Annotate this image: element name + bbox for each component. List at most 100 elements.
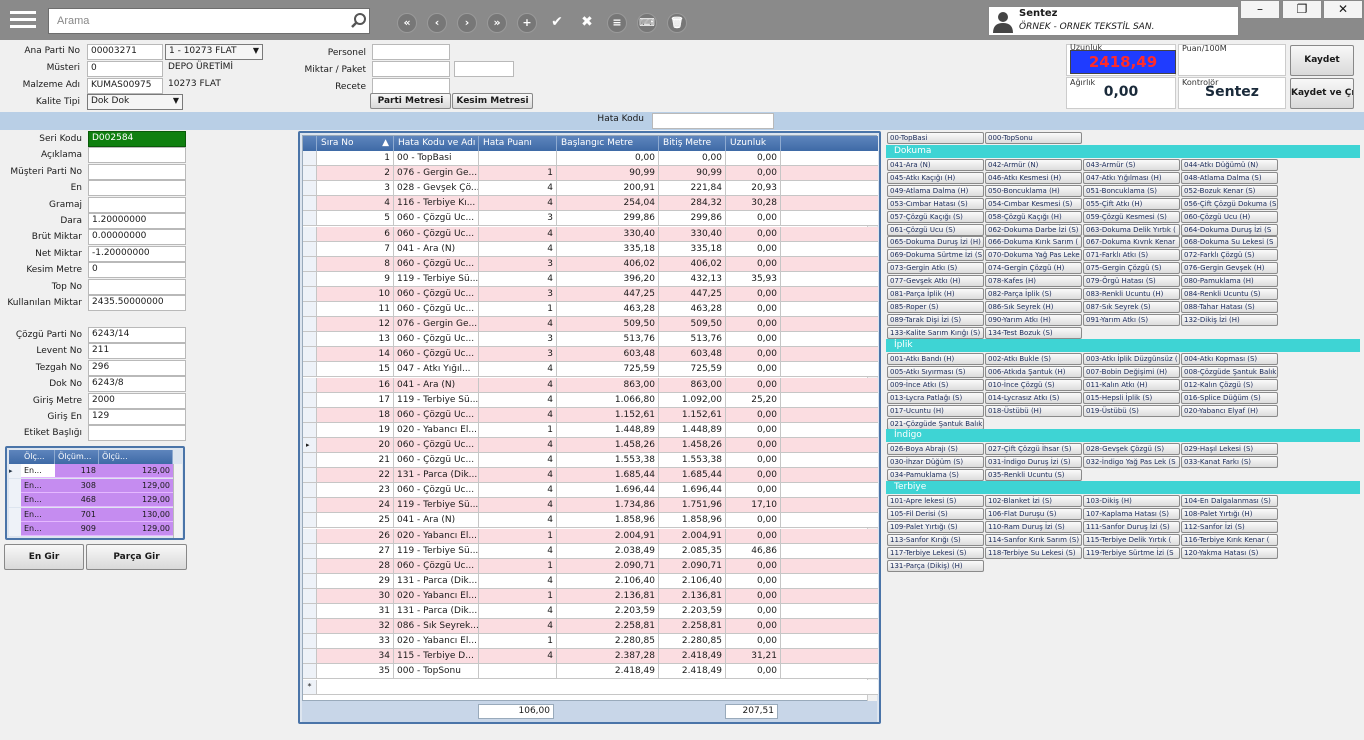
header-bitis-metre[interactable]: Bitiş Metre	[659, 136, 726, 151]
form2-input[interactable]: 6243/8	[88, 376, 186, 393]
defect-button[interactable]: 111-Sanfor Duruş İzi (S)	[1083, 520, 1180, 533]
table-row[interactable]: 4 116 - Terbiye Kı... 4 254,04 284,32 30,28	[303, 196, 878, 212]
parca-gir-button[interactable]: Parça Gir	[86, 544, 187, 570]
defect-button[interactable]: 069-Dokuma Sürtme İzi (S	[887, 249, 984, 262]
defect-button[interactable]: 067-Dokuma Kıvrık Kenar	[1083, 236, 1180, 249]
defect-button[interactable]: 059-Çözgü Kesmesi (S)	[1083, 210, 1180, 223]
olcum-header-2[interactable]: Ölçüm...	[55, 450, 99, 464]
defect-button[interactable]: 021-Çözgüde Şantuk Balık	[887, 417, 984, 430]
table-row[interactable]: ▸ 20 060 - Çözgü Uc... 4 1.458,26 1.458,26 0,0…	[303, 437, 878, 453]
defect-button[interactable]: 101-Apre lekesi (S)	[887, 495, 984, 507]
form-input[interactable]: 0.00000000	[88, 229, 186, 246]
defect-button[interactable]: 026-Boya Abrajı (S)	[887, 443, 984, 455]
defect-button[interactable]: 064-Dokuma Duruş İzi (S	[1181, 223, 1278, 236]
defect-button[interactable]: 013-Lycra Patlağı (S)	[887, 391, 984, 404]
maximize-icon[interactable]: ❐	[1282, 0, 1322, 19]
delete-icon[interactable]: 🗑	[667, 13, 687, 33]
table-row[interactable]: 32 086 - Sık Seyrek... 4 2.258,81 2.258,81 0,…	[303, 619, 878, 635]
form-input[interactable]: D002584	[88, 131, 186, 147]
defect-button[interactable]: 030-İhzar Düğüm (S)	[887, 455, 984, 468]
defect-button[interactable]: 035-Renkli Ucuntu (S)	[985, 468, 1082, 481]
defect-button[interactable]: 076-Gergin Gevşek (H)	[1181, 262, 1278, 275]
defect-button[interactable]: 004-Atkı Kopması (S)	[1181, 353, 1278, 365]
table-row[interactable]: 7 041 - Ara (N) 4 335,18 335,18 0,00	[303, 241, 878, 257]
header-hata-puani[interactable]: Hata Puanı	[479, 136, 557, 151]
form-input[interactable]: 1.20000000	[88, 213, 186, 229]
defect-button[interactable]: 016-Splice Düğüm (S)	[1181, 391, 1278, 404]
defect-button[interactable]: 109-Palet Yırtığı (S)	[887, 520, 984, 533]
defect-button[interactable]: 088-Tahar Hatası (S)	[1181, 300, 1278, 313]
table-row[interactable]: 27 119 - Terbiye Sü... 4 2.038,49 2.085,35 46…	[303, 543, 878, 559]
paket-input[interactable]	[454, 61, 514, 77]
defect-button[interactable]: 055-Çift Atkı (H)	[1083, 197, 1180, 210]
defect-button[interactable]: 048-Atlama Dalma (S)	[1181, 171, 1278, 184]
olcum-row[interactable]: ▸ En... 118 129,00	[9, 464, 173, 479]
defect-button[interactable]: 056-Çift Çözgü Dokuma (S	[1181, 197, 1278, 210]
form-input[interactable]	[88, 196, 186, 213]
defect-button[interactable]: 104-En Dalgalanması (S)	[1181, 495, 1278, 507]
defect-button[interactable]: 081-Parça İplik (H)	[887, 288, 984, 300]
table-row[interactable]: 8 060 - Çözgü Uc... 3 406,02 406,02 0,00	[303, 256, 878, 272]
defect-button[interactable]: 005-Atkı Sıyırması (S)	[887, 365, 984, 378]
defect-button[interactable]: 120-Yakma Hatası (S)	[1181, 546, 1278, 559]
malzeme-input[interactable]: KUMAS00975	[87, 78, 163, 94]
defect-button[interactable]: 131-Parça (Dikiş) (H)	[887, 559, 984, 572]
defect-button[interactable]: 007-Bobin Değişimi (H)	[1083, 365, 1180, 378]
form2-input[interactable]	[88, 425, 186, 442]
defect-button[interactable]: 068-Dokuma Su Lekesi (S	[1181, 236, 1278, 249]
search-input[interactable]	[48, 8, 370, 34]
table-row[interactable]: 15 047 - Atkı Yığıl... 4 725,59 725,59 0,00	[303, 362, 878, 378]
olcum-row[interactable]: En... 909 129,00	[9, 522, 173, 537]
defect-button[interactable]: 116-Terbiye Kırık Kenar (	[1181, 533, 1278, 546]
olcum-row[interactable]: En... 468 129,00	[9, 493, 173, 508]
defect-button[interactable]: 019-Üstübü (S)	[1083, 404, 1180, 417]
keyboard-icon[interactable]: ⌨	[637, 13, 657, 33]
defect-button[interactable]: 132-Dikiş İzi (H)	[1181, 313, 1278, 326]
kesim-metresi-button[interactable]: Kesim Metresi	[452, 93, 533, 109]
form-input[interactable]	[88, 147, 186, 164]
table-row[interactable]: 23 060 - Çözgü Uc... 4 1.696,44 1.696,44 0,00	[303, 483, 878, 499]
defect-button[interactable]: 00-TopBasi	[887, 132, 984, 144]
kalite-combo[interactable]: Dok Dok ▼	[87, 94, 183, 110]
defect-button[interactable]: 087-Sık Seyrek (S)	[1083, 300, 1180, 313]
form2-input[interactable]: 211	[88, 343, 186, 360]
table-row[interactable]: 6 060 - Çözgü Uc... 4 330,40 330,40 0,00	[303, 226, 878, 242]
table-row[interactable]: 14 060 - Çözgü Uc... 3 603,48 603,48 0,00	[303, 347, 878, 363]
defect-button[interactable]: 044-Atkı Düğümü (N)	[1181, 159, 1278, 171]
defect-button[interactable]: 078-Kafes (H)	[985, 275, 1082, 288]
defect-button[interactable]: 042-Armür (N)	[985, 159, 1082, 171]
table-row[interactable]: 26 020 - Yabancı El... 1 2.004,91 2.004,91 0,…	[303, 528, 878, 544]
kaydet-button[interactable]: Kaydet	[1290, 45, 1354, 76]
defect-button[interactable]: 011-Kalın Atkı (H)	[1083, 378, 1180, 391]
table-row[interactable]: 17 119 - Terbiye Sü... 4 1.066,80 1.092,00 25…	[303, 392, 878, 408]
defect-button[interactable]: 049-Atlama Dalma (H)	[887, 184, 984, 197]
form-input[interactable]: 0	[88, 262, 186, 279]
defect-button[interactable]: 029-Haşıl Lekesi (S)	[1181, 443, 1278, 455]
defect-button[interactable]: 052-Bozuk Kenar (S)	[1181, 184, 1278, 197]
defect-button[interactable]: 134-Test Bozuk (S)	[985, 326, 1082, 339]
defect-button[interactable]: 083-Renkli Ucuntu (H)	[1083, 288, 1180, 300]
table-row[interactable]: 25 041 - Ara (N) 4 1.858,96 1.858,96 0,00	[303, 513, 878, 529]
table-row[interactable]: 13 060 - Çözgü Uc... 3 513,76 513,76 0,00	[303, 332, 878, 348]
parti-metresi-button[interactable]: Parti Metresi	[370, 93, 451, 109]
defect-button[interactable]: 089-Tarak Dişi İzi (S)	[887, 313, 984, 326]
ana-parti-input[interactable]: 00003271	[87, 44, 163, 60]
defect-button[interactable]: 028-Gevşek Çözgü (S)	[1083, 443, 1180, 455]
table-row[interactable]: 21 060 - Çözgü Uc... 4 1.553,38 1.553,38 0,00	[303, 453, 878, 468]
defect-button[interactable]: 008-Çözgüde Şantuk Balık	[1181, 365, 1278, 378]
defect-button[interactable]: 053-Cımbar Hatası (S)	[887, 197, 984, 210]
defect-button[interactable]: 034-Pamuklama (S)	[887, 468, 984, 481]
defect-button[interactable]: 018-Üstübü (H)	[985, 404, 1082, 417]
defect-button[interactable]: 119-Terbiye Sürtme İzi (S	[1083, 546, 1180, 559]
list-icon[interactable]: ≡	[607, 13, 627, 33]
close-icon[interactable]: ✕	[1323, 0, 1363, 19]
defect-button[interactable]: 118-Terbiye Su Lekesi (S)	[985, 546, 1082, 559]
table-row[interactable]: 22 131 - Parca (Dik... 4 1.685,44 1.685,44 0,…	[303, 468, 878, 484]
defect-button[interactable]: 117-Terbiye Lekesi (S)	[887, 546, 984, 559]
defect-button[interactable]: 133-Kalite Sarım Kırığı (S)	[887, 326, 984, 339]
defect-button[interactable]: 112-Sanfor İzi (S)	[1181, 520, 1278, 533]
header-sira-no[interactable]: Sıra No ▲	[317, 136, 394, 151]
header-baslangic-metre[interactable]: Başlangıc Metre	[557, 136, 659, 151]
last-icon[interactable]: »	[487, 13, 507, 33]
olcum-row[interactable]: En... 701 130,00	[9, 507, 173, 523]
